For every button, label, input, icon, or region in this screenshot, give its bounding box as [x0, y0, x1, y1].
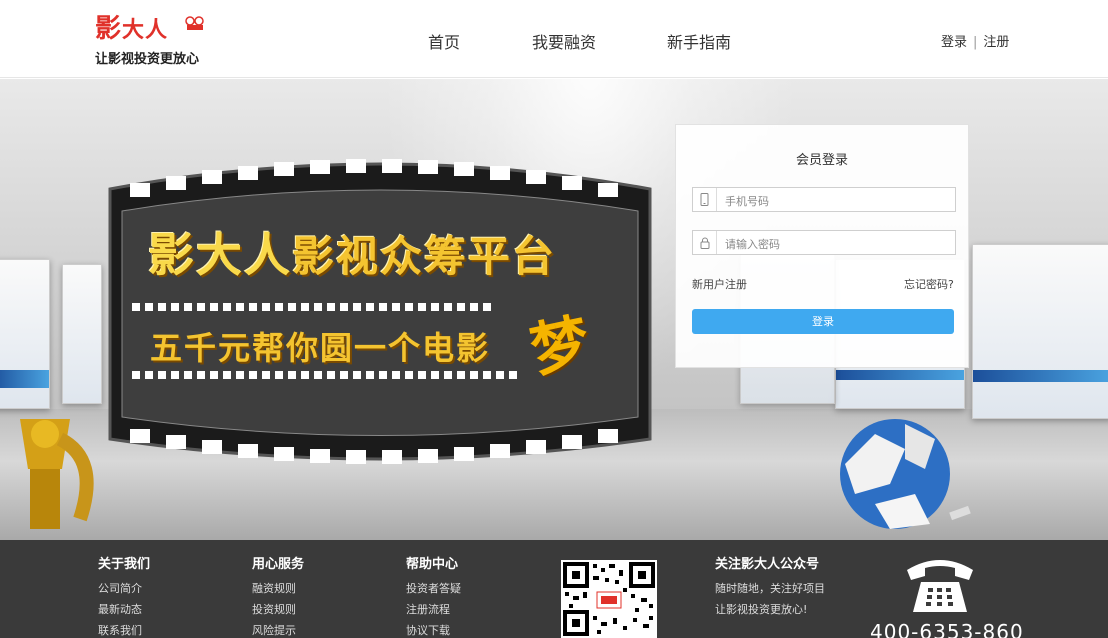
login-link[interactable]: 登录 — [941, 35, 967, 50]
follow-text: 让影视投资更放心! — [715, 603, 808, 616]
trophy-icon — [20, 419, 94, 529]
logo-char-ying: 影 — [95, 14, 123, 44]
hero-subtitle: 五千元帮你圆一个电影 — [150, 329, 491, 367]
nav-guide[interactable]: 新手指南 — [667, 29, 731, 53]
hero-title-brand: 影大人 — [148, 228, 292, 282]
logo-wordmark: 影大人 — [95, 8, 168, 45]
film-dots-bottom — [132, 371, 522, 379]
film-camera-icon — [185, 16, 204, 30]
login-submit-button[interactable]: 登录 — [692, 309, 954, 334]
bg-panel-left-1 — [0, 259, 50, 409]
follow-text: 随时随地，关注好项目 — [715, 582, 825, 595]
wechat-qr-code — [561, 560, 657, 638]
globe-icon — [840, 419, 971, 529]
footer-col-help: 帮助中心 投资者答疑 注册流程 协议下载 — [406, 553, 461, 638]
member-login-box: 会员登录 手机号码 请输入密码 新用户注册 忘记密码? 登录 — [675, 124, 969, 368]
password-field[interactable]: 请输入密码 — [692, 230, 956, 255]
telephone-icon — [907, 560, 973, 612]
footer-link[interactable]: 协议下载 — [406, 620, 461, 638]
forgot-password-link[interactable]: 忘记密码? — [904, 276, 954, 292]
logo-slogan: 让影视投资更放心 — [95, 52, 200, 67]
footer-col-about: 关于我们 公司简介 最新动态 联系我们 — [98, 553, 150, 638]
bg-panel-left-2 — [62, 264, 102, 404]
footer-col-service: 用心服务 融资规则 投资规则 风险提示 — [252, 553, 304, 638]
hero-title-platform: 影视众筹平台 — [292, 232, 557, 281]
lock-icon — [693, 231, 717, 254]
footer-heading: 关注影大人公众号 — [715, 557, 820, 572]
logo-char-daren: 大人 — [122, 18, 169, 43]
auth-links: 登录 | 注册 — [941, 31, 1009, 50]
hero-title: 影大人影视众筹平台 — [148, 219, 556, 285]
phone-field[interactable]: 手机号码 — [692, 187, 956, 212]
film-strip-banner: 影大人影视众筹平台 五千元帮你圆一个电影 梦 — [100, 149, 660, 469]
footer-link[interactable]: 最新动态 — [98, 599, 150, 620]
footer-link[interactable]: 融资规则 — [252, 578, 304, 599]
new-user-register-link[interactable]: 新用户注册 — [692, 276, 747, 292]
mobile-phone-icon — [693, 188, 717, 211]
film-dots-top — [132, 303, 492, 311]
nav-financing[interactable]: 我要融资 — [532, 29, 596, 53]
footer-link[interactable]: 风险提示 — [252, 620, 304, 638]
footer-heading: 关于我们 — [98, 557, 151, 572]
nav-home[interactable]: 首页 — [428, 29, 460, 53]
footer-heading: 帮助中心 — [406, 557, 459, 572]
hotline-number: 400-6353-860 — [870, 620, 1024, 638]
footer-link[interactable]: 投资者答疑 — [406, 578, 461, 599]
auth-separator: | — [973, 35, 978, 50]
footer-link[interactable]: 注册流程 — [406, 599, 461, 620]
bg-panel-right-2 — [972, 244, 1108, 419]
hero-banner[interactable]: 影大人影视众筹平台 五千元帮你圆一个电影 梦 会员登录 手机号码 请输入密码 新… — [0, 79, 1108, 540]
login-title: 会员登录 — [795, 153, 848, 168]
phone-placeholder: 手机号码 — [725, 195, 769, 208]
password-placeholder: 请输入密码 — [725, 238, 780, 251]
footer-link[interactable]: 投资规则 — [252, 599, 304, 620]
footer-link[interactable]: 联系我们 — [98, 620, 150, 638]
footer-link[interactable]: 公司简介 — [98, 578, 150, 599]
footer-col-follow: 关注影大人公众号 随时随地，关注好项目 让影视投资更放心! — [715, 553, 825, 620]
footer-heading: 用心服务 — [252, 557, 305, 572]
logo[interactable]: 影大人 让影视投资更放心 — [95, 8, 215, 68]
register-link[interactable]: 注册 — [983, 35, 1009, 50]
site-header: 影大人 让影视投资更放心 首页 我要融资 新手指南 登录 | 注册 — [0, 0, 1108, 78]
site-footer: 关于我们 公司简介 最新动态 联系我们 用心服务 融资规则 投资规则 风险提示 … — [0, 540, 1108, 638]
